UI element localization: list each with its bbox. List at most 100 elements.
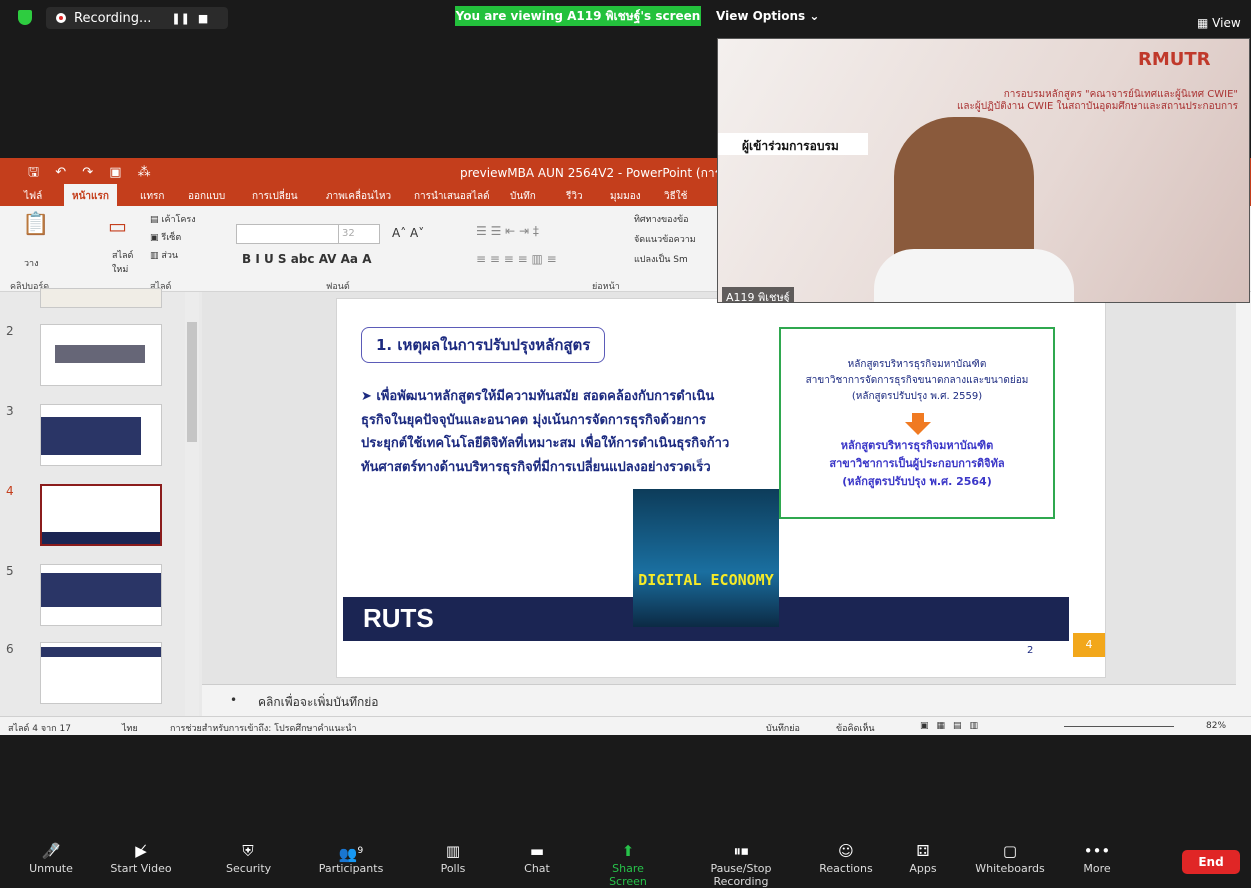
language[interactable]: ไทย: [122, 721, 138, 735]
start-video-button[interactable]: ▶̸ Start Video: [110, 840, 172, 875]
group-font-label: ฟอนต์: [326, 282, 350, 292]
thumb-number: 6: [6, 642, 14, 656]
paste-icon[interactable]: 📋: [22, 212, 49, 237]
new-curriculum-line2: สาขาวิชาการเป็นผู้ประกอบการดิจิทัล: [829, 457, 1005, 470]
pause-stop-icon: ⏸⏹: [733, 842, 749, 860]
view-options-button[interactable]: View Options ⌄: [716, 9, 819, 23]
apps-icon: ⚃: [916, 842, 930, 860]
share-screen-icon: ⬆: [621, 842, 635, 860]
list-buttons[interactable]: ☰ ☰ ⇤ ⇥ ‡: [476, 224, 539, 238]
slide-thumb-5[interactable]: [40, 564, 162, 626]
new-curriculum-line1: หลักสูตรบริหารธุรกิจมหาบัณฑิต: [840, 439, 994, 452]
zoom-slider[interactable]: [1064, 726, 1174, 727]
notes-placeholder: คลิกเพื่อจะเพิ่มบันทึกย่อ: [258, 695, 379, 709]
old-curriculum-line1: หลักสูตรบริหารธุรกิจมหาบัณฑิต: [847, 359, 987, 370]
zoom-top-bar: Recording... ❚❚ ■ You are viewing A119 พ…: [0, 0, 1251, 34]
chevron-down-icon: ⌄: [809, 9, 820, 23]
reset-button[interactable]: ▣ รีเซ็ต: [150, 230, 181, 244]
participant-name-tag: A119 พิเชษฐ์: [722, 287, 794, 302]
font-grow-icon[interactable]: A˄ A˅: [392, 226, 424, 240]
align-buttons[interactable]: ≡ ≡ ≡ ≡ ▥ ≡: [476, 252, 557, 266]
polls-button[interactable]: ▥ Polls: [438, 840, 468, 875]
record-dot-icon: [56, 13, 66, 23]
digital-economy-image: DIGITAL ECONOMY: [633, 489, 779, 627]
layout-button[interactable]: ▤ เค้าโครง: [150, 212, 196, 226]
new-slide-icon[interactable]: ▭: [108, 214, 127, 238]
recording-label: Recording...: [74, 10, 152, 26]
arrow-down-icon: [905, 413, 931, 435]
recording-indicator[interactable]: Recording... ❚❚ ■: [46, 7, 228, 29]
tab-transitions[interactable]: การเปลี่ยน: [252, 189, 298, 204]
apps-button[interactable]: ⚃ Apps: [906, 840, 940, 875]
slide-heading: 1. เหตุผลในการปรับปรุงหลักสูตร: [361, 327, 606, 363]
video-band: ผู้เข้าร่วมการอบรม: [718, 133, 868, 155]
slide-thumb-3[interactable]: [40, 404, 162, 466]
tab-record[interactable]: บันทึก: [510, 189, 536, 204]
pause-icon[interactable]: ❚❚: [171, 12, 189, 25]
more-button[interactable]: ••• More: [1080, 840, 1114, 875]
slide-thumb-4[interactable]: [40, 484, 162, 546]
quick-access-toolbar[interactable]: 🖫 ↶ ↷ ▣ ⁂: [28, 163, 157, 185]
tab-slideshow[interactable]: การนำเสนอสไลด์: [414, 189, 490, 204]
video-off-icon: ▶̸: [135, 842, 147, 860]
view-mode-icons[interactable]: ▣▦▤▥: [920, 721, 986, 731]
whiteboards-button[interactable]: ▢ Whiteboards: [972, 840, 1048, 875]
curriculum-box: หลักสูตรบริหารธุรกิจมหาบัณฑิต สาขาวิชากา…: [779, 327, 1055, 519]
unmute-button[interactable]: 🎤̸ Unmute: [28, 840, 74, 875]
paste-label[interactable]: วาง: [24, 256, 39, 270]
old-curriculum-line3: (หลักสูตรปรับปรุง พ.ศ. 2559): [851, 391, 983, 402]
tab-design[interactable]: ออกแบบ: [188, 189, 225, 204]
chat-button[interactable]: ▬ Chat: [522, 840, 552, 875]
security-button[interactable]: ⛨ Security: [226, 840, 271, 875]
slide-bullet: ➤ เพื่อพัฒนาหลักสูตรให้มีความทันสมัย สอด…: [361, 389, 730, 475]
text-direction-button[interactable]: ทิศทางของข้อ: [634, 212, 689, 226]
polls-icon: ▥: [445, 842, 461, 860]
reactions-button[interactable]: ☺ Reactions: [818, 840, 874, 875]
slide-page-box: 4: [1073, 633, 1105, 657]
accessibility-status[interactable]: การช่วยสำหรับการเข้าถึง: โปรดศึกษาคำแนะน…: [170, 721, 357, 735]
mic-muted-icon: 🎤̸: [41, 842, 61, 860]
status-bar: สไลด์ 4 จาก 17 ไทย การช่วยสำหรับการเข้าถ…: [0, 716, 1251, 735]
new-slide-label[interactable]: สไลด์ใหม่: [112, 248, 142, 276]
end-meeting-button[interactable]: End: [1182, 850, 1240, 874]
view-button[interactable]: ▦ View: [1197, 16, 1241, 30]
participant-video[interactable]: RMUTR การอบรมหลักสูตร "คณาจารย์นิเทศและผ…: [717, 38, 1250, 303]
comments-button[interactable]: ข้อคิดเห็น: [836, 721, 875, 735]
slide-count: สไลด์ 4 จาก 17: [8, 724, 71, 734]
participant-shirt: [874, 249, 1074, 302]
tab-review[interactable]: รีวิว: [566, 189, 583, 204]
notes-button[interactable]: บันทึกย่อ: [766, 721, 800, 735]
stop-icon[interactable]: ■: [198, 12, 208, 25]
notes-pane[interactable]: • คลิกเพื่อจะเพิ่มบันทึกย่อ: [202, 684, 1236, 716]
section-button[interactable]: ▥ ส่วน: [150, 248, 178, 262]
slide-thumb-6[interactable]: [40, 642, 162, 704]
grid-view-icon: ▦: [1197, 16, 1209, 30]
thumb-number: 3: [6, 404, 14, 418]
tab-help[interactable]: วิธีใช้: [664, 189, 687, 204]
tab-animations[interactable]: ภาพเคลื่อนไหว: [326, 189, 391, 204]
tab-file[interactable]: ไฟล์: [24, 189, 42, 204]
thumb-number: 4: [6, 484, 14, 498]
zoom-level[interactable]: 82%: [1206, 721, 1226, 731]
thumbs-scrollbar[interactable]: [185, 292, 199, 716]
slide[interactable]: 1. เหตุผลในการปรับปรุงหลักสูตร ➤ เพื่อพั…: [336, 298, 1106, 678]
digital-economy-label: DIGITAL ECONOMY: [638, 571, 774, 589]
font-format-buttons[interactable]: B I U S abc AV Aa A: [242, 252, 371, 266]
participants-button[interactable]: 👥9 Participants: [318, 840, 384, 875]
tab-home[interactable]: หน้าแรก: [64, 184, 117, 206]
font-size-input[interactable]: 32: [338, 224, 380, 244]
new-curriculum-line3: (หลักสูตรปรับปรุง พ.ศ. 2564): [842, 475, 992, 488]
viewing-banner: You are viewing A119 พิเชษฐ์'s screen: [455, 6, 701, 26]
align-text-button[interactable]: จัดแนวข้อความ: [634, 232, 696, 246]
tab-view[interactable]: มุมมอง: [610, 189, 641, 204]
old-curriculum-line2: สาขาวิชาการจัดการธุรกิจขนาดกลางและขนาดย่…: [805, 375, 1029, 386]
tab-insert[interactable]: แทรก: [140, 189, 164, 204]
security-shield-icon[interactable]: [18, 10, 32, 25]
slide-thumbnails-pane: 2 3 4 5 6: [0, 288, 202, 716]
reactions-icon: ☺: [838, 842, 854, 860]
convert-smartart-button[interactable]: แปลงเป็น Sm: [634, 252, 688, 266]
thumb-number: 5: [6, 564, 14, 578]
slide-thumb-2[interactable]: [40, 324, 162, 386]
arrow-bullet-icon: ➤: [361, 389, 377, 404]
slide-thumb-1[interactable]: [40, 288, 162, 308]
